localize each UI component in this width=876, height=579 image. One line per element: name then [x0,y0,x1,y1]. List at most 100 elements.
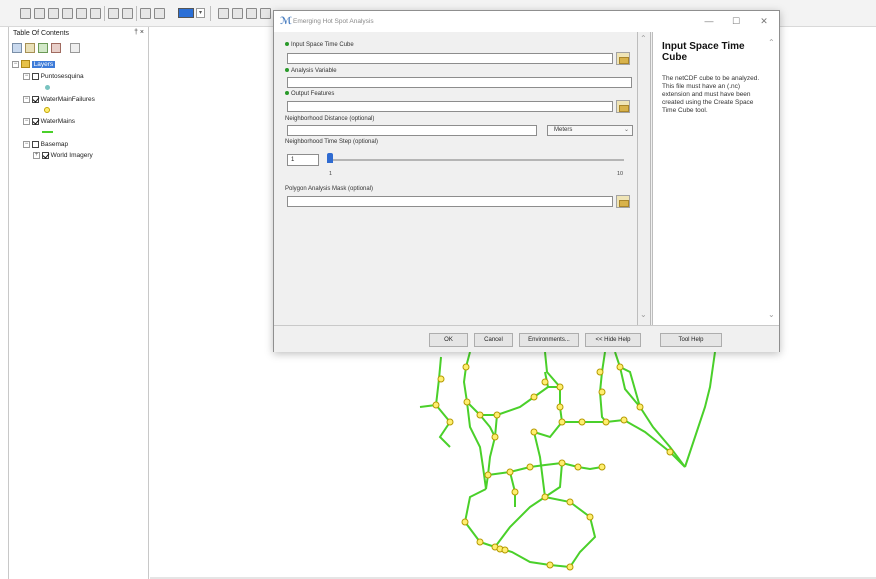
collapse-icon[interactable]: − [23,95,30,103]
help-scrollbar[interactable]: ⌃ ⌄ [765,32,779,325]
visibility-checkbox[interactable] [31,95,39,103]
water-main-failure-point [598,463,606,471]
slider-max-label: 10 [617,171,624,177]
required-icon [285,68,289,73]
polygon-mask-label: Polygon Analysis Mask (optional) [285,186,374,192]
tool-icon-9[interactable] [140,8,151,19]
circle-symbol-icon [44,107,50,113]
tool-icon-10[interactable] [154,8,165,19]
water-main-line [462,351,497,416]
time-step-slider[interactable] [327,159,624,161]
scroll-down-icon[interactable]: ⌄ [640,310,647,319]
tool-icon-4[interactable] [62,8,73,19]
toc-window-controls[interactable]: † × [134,29,144,36]
polygon-mask-field[interactable] [287,196,613,207]
water-main-failure-point [493,411,501,419]
toolbar-divider [136,6,137,21]
toc-item-puntosesquina[interactable]: − Puntosesquina [23,72,84,82]
tool-icon-2[interactable] [34,8,45,19]
analysis-variable-field[interactable] [287,77,632,88]
visibility-checkbox[interactable] [31,140,39,148]
tool-icon-14[interactable] [260,8,271,19]
tool-icon-5[interactable] [76,8,87,19]
layer-label: Basemap [40,141,69,148]
list-by-source-icon[interactable] [25,43,35,53]
collapse-icon[interactable]: − [23,140,30,148]
scroll-up-icon[interactable]: ⌃ [640,34,647,43]
water-main-failure-point [432,401,440,409]
tool-icon-8[interactable] [122,8,133,19]
slider-min-label: 1 [329,171,333,177]
toc-item-watermainfailures[interactable]: − WaterMainFailures [23,95,95,105]
water-main-line [561,462,603,471]
collapse-icon[interactable]: − [23,72,30,80]
toc-item-basemap[interactable]: − Basemap [23,140,68,150]
minimize-icon[interactable]: — [702,15,716,27]
chevron-down-icon: ⌄ [623,127,629,133]
water-main-line [496,386,560,416]
collapse-icon[interactable]: − [12,60,19,68]
toc-layers-group[interactable]: − Layers [12,60,56,70]
tool-icon-11[interactable] [218,8,229,19]
close-icon[interactable]: ✕ [757,15,771,27]
water-main-line [434,356,452,448]
tool-icon-6[interactable] [90,8,101,19]
required-icon [285,91,289,96]
water-main-failure-point [530,428,538,436]
collapse-icon[interactable]: − [23,117,30,125]
neighborhood-distance-field[interactable] [287,125,537,136]
water-main-failure-point [602,418,610,426]
tool-icon-3[interactable] [48,8,59,19]
water-main-failure-point [541,493,549,501]
water-main-line [623,419,686,468]
list-by-selection-icon[interactable] [51,43,61,53]
folder-open-icon[interactable] [616,195,630,208]
tool-help-button[interactable]: Tool Help [660,333,722,347]
water-main-failure-point [476,411,484,419]
table-of-contents: Table Of Contents † × − Layers − Puntose… [8,27,149,579]
water-main-failure-point [462,363,470,371]
tool-icon-13[interactable] [246,8,257,19]
folder-open-icon[interactable] [616,100,630,113]
water-main-line [562,419,625,423]
water-main-failure-point [616,363,624,371]
maximize-icon[interactable]: ☐ [729,15,743,27]
ok-button[interactable]: OK [429,333,468,347]
time-step-input[interactable]: 1 [287,154,319,166]
chevron-down-icon[interactable]: ▾ [196,8,205,18]
environments-button[interactable]: Environments... [519,333,579,347]
folder-open-icon[interactable] [616,52,630,65]
visibility-checkbox[interactable] [41,151,49,159]
cancel-button[interactable]: Cancel [474,333,513,347]
tool-icon-7[interactable] [108,8,119,19]
expand-icon[interactable]: + [33,151,40,159]
parameters-scrollbar[interactable]: ⌃ ⌄ [638,32,651,325]
input-cube-field[interactable] [287,53,613,64]
tool-icon-12[interactable] [232,8,243,19]
tool-icon-1[interactable] [20,8,31,19]
toc-item-world-imagery[interactable]: + World Imagery [33,151,93,161]
hide-help-button[interactable]: << Hide Help [585,333,641,347]
layers-label[interactable]: Layers [31,61,56,68]
dialog-titlebar[interactable]: ℳ Emerging Hot Spot Analysis — ☐ ✕ [274,11,779,32]
color-swatch[interactable] [178,8,194,18]
output-features-field[interactable] [287,101,613,112]
visibility-checkbox[interactable] [31,72,39,80]
scroll-up-icon[interactable]: ⌃ [768,38,775,47]
slider-thumb[interactable] [327,153,333,163]
toc-title: Table Of Contents [13,30,70,37]
water-main-line [544,496,597,568]
water-main-failure-point [506,468,514,476]
layer-label: Puntosesquina [40,73,84,80]
list-by-drawing-order-icon[interactable] [12,43,22,53]
water-main-failure-point [556,403,564,411]
distance-units-select[interactable]: Meters ⌄ [547,125,633,136]
dialog-button-row: OK Cancel Environments... << Hide Help T… [274,325,779,352]
visibility-checkbox[interactable] [31,117,39,125]
neighborhood-time-step-label: Neighborhood Time Step (optional) [285,139,379,145]
water-main-failure-point [437,375,445,383]
scroll-down-icon[interactable]: ⌄ [768,310,775,319]
list-by-visibility-icon[interactable] [38,43,48,53]
toc-item-watermains[interactable]: − WaterMains [23,117,75,127]
options-icon[interactable] [70,43,80,53]
